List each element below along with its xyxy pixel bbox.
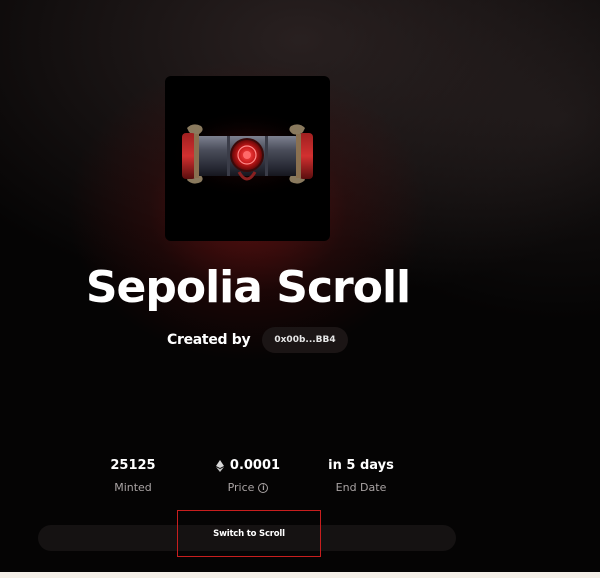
stat-price: 0.0001 Price i: [193, 457, 303, 495]
collection-artwork: [165, 76, 330, 241]
scroll-artwork-icon: [167, 109, 327, 199]
end-date-value: in 5 days: [328, 458, 394, 473]
info-icon[interactable]: i: [258, 483, 269, 493]
creator-row: Created by 0x00b...BB4: [167, 326, 348, 354]
price-label-row: Price i: [193, 481, 303, 495]
collection-stats: 25125 Minted 0.0001 Price i in 5 days En…: [0, 457, 600, 497]
switch-to-scroll-button[interactable]: Switch to Scroll: [177, 510, 321, 557]
created-by-label: Created by: [167, 332, 251, 348]
price-value-row: 0.0001: [193, 457, 303, 475]
price-label: Price: [227, 481, 255, 494]
minted-value: 25125: [110, 458, 156, 473]
page-bottom-edge: [0, 572, 600, 578]
collection-title: Sepolia Scroll: [85, 262, 411, 313]
stat-minted: 25125 Minted: [78, 457, 188, 495]
end-date-label: End Date: [335, 481, 387, 494]
stat-end-date: in 5 days End Date: [306, 457, 416, 495]
creator-address-chip[interactable]: 0x00b...BB4: [262, 327, 348, 353]
minted-label: Minted: [114, 481, 152, 494]
price-value: 0.0001: [229, 458, 281, 473]
ethereum-icon: [215, 460, 224, 472]
